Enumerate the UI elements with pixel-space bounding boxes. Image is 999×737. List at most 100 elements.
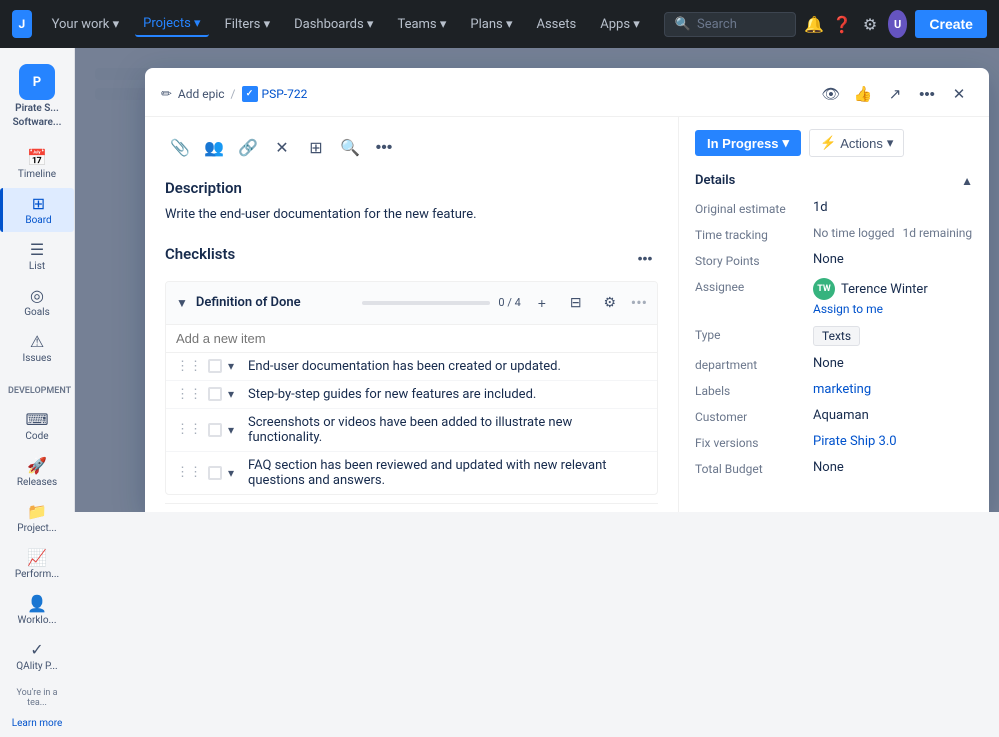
sidebar-item-performance[interactable]: 📈 Perform... bbox=[0, 542, 74, 586]
apps-button[interactable]: ⊞ bbox=[301, 133, 331, 163]
department-value[interactable]: None bbox=[813, 356, 973, 371]
create-button[interactable]: Create bbox=[915, 10, 987, 38]
actions-button[interactable]: ⚡ Actions ▾ bbox=[809, 129, 904, 157]
story-points-value[interactable]: None bbox=[813, 252, 973, 267]
notifications-icon[interactable]: 🔔 bbox=[804, 10, 824, 38]
more-options-button[interactable]: ••• bbox=[913, 80, 941, 108]
drag-handle-icon[interactable]: ⋮⋮ bbox=[176, 422, 202, 437]
nav-projects[interactable]: Projects ▾ bbox=[135, 12, 208, 37]
sidebar-item-timeline[interactable]: 📅 Timeline bbox=[0, 142, 74, 186]
code-icon: ⌨ bbox=[25, 410, 48, 429]
timeline-icon: 📅 bbox=[27, 148, 47, 167]
sidebar-item-list[interactable]: ☰ List bbox=[0, 234, 74, 278]
item-checkbox-2[interactable] bbox=[208, 387, 222, 401]
board-icon: ⊞ bbox=[32, 194, 45, 213]
time-tracking-value: No time logged 1d remaining bbox=[813, 226, 972, 240]
detail-row-fix-versions: Fix versions Pirate Ship 3.0 bbox=[695, 434, 973, 450]
modal-left-panel: 📎 👥 🔗 ✕ ⊞ 🔍 ••• Description Write the en… bbox=[145, 117, 679, 512]
sidebar-item-code[interactable]: ⌨ Code bbox=[0, 404, 74, 448]
add-epic-link[interactable]: Add epic bbox=[178, 87, 225, 101]
nav-your-work[interactable]: Your work ▾ bbox=[44, 13, 128, 36]
main-layout: P Pirate S... Software... 📅 Timeline ⊞ B… bbox=[0, 48, 999, 512]
share-button[interactable]: ↗ bbox=[881, 80, 909, 108]
checklist-more-button[interactable]: ••• bbox=[632, 245, 658, 271]
status-button[interactable]: In Progress ▾ bbox=[695, 130, 801, 156]
assignee-name[interactable]: Terence Winter bbox=[841, 282, 928, 297]
nav-filters[interactable]: Filters ▾ bbox=[217, 13, 279, 36]
sidebar-item-project[interactable]: 📁 Project... bbox=[0, 496, 74, 540]
sidebar-item-board[interactable]: ⊞ Board bbox=[0, 188, 74, 232]
drag-handle-icon[interactable]: ⋮⋮ bbox=[176, 387, 202, 402]
sidebar-item-workload[interactable]: 👤 Worklo... bbox=[0, 588, 74, 632]
help-icon[interactable]: ❓ bbox=[832, 10, 852, 38]
nav-assets[interactable]: Assets bbox=[528, 13, 584, 36]
assignee-avatar: TW bbox=[813, 278, 835, 300]
assign-me-link[interactable]: Assign to me bbox=[813, 302, 928, 316]
modal-toolbar: ✏ Add epic / ✓ PSP-722 👁 👍 ↗ ••• ✕ bbox=[145, 68, 989, 117]
sidebar-item-issues[interactable]: ⚠ Issues bbox=[0, 326, 74, 370]
sidebar-project[interactable]: P Pirate S... Software... bbox=[0, 56, 74, 136]
details-header[interactable]: Details ▲ bbox=[695, 173, 973, 188]
sidebar-item-goals[interactable]: ◎ Goals bbox=[0, 280, 74, 324]
pencil-icon: ✏ bbox=[161, 87, 172, 102]
more-actions-button[interactable]: ••• bbox=[369, 133, 399, 163]
user-avatar[interactable]: U bbox=[888, 10, 908, 38]
nav-dashboards[interactable]: Dashboards ▾ bbox=[286, 13, 381, 36]
drag-handle-icon[interactable]: ⋮⋮ bbox=[176, 465, 202, 480]
watch-button[interactable]: 👁 bbox=[817, 80, 845, 108]
time-label: Time tracking bbox=[695, 226, 805, 242]
sprint-button[interactable]: ✕ bbox=[267, 133, 297, 163]
modal-right-panel: In Progress ▾ ⚡ Actions ▾ Details bbox=[679, 117, 989, 512]
labels-value[interactable]: marketing bbox=[813, 382, 973, 397]
learn-more-link[interactable]: Learn more bbox=[0, 716, 74, 737]
fix-versions-label: Fix versions bbox=[695, 434, 805, 450]
search-button[interactable]: 🔍 bbox=[335, 133, 365, 163]
close-button[interactable]: ✕ bbox=[945, 80, 973, 108]
customer-value[interactable]: Aquaman bbox=[813, 408, 973, 423]
item-checkbox-1[interactable] bbox=[208, 359, 222, 373]
time-remaining: 1d remaining bbox=[902, 226, 972, 240]
type-badge[interactable]: Texts bbox=[813, 326, 860, 346]
actions-lightning-icon: ⚡ bbox=[820, 135, 836, 151]
customer-label: Customer bbox=[695, 408, 805, 424]
nav-apps[interactable]: Apps ▾ bbox=[592, 13, 648, 36]
detail-row-story-points: Story Points None bbox=[695, 252, 973, 268]
nav-plans[interactable]: Plans ▾ bbox=[462, 13, 520, 36]
checklist-group: ▼ Definition of Done 0 / 4 + ⊟ bbox=[165, 281, 658, 495]
app-logo[interactable]: J bbox=[12, 10, 32, 38]
modal-body: 📎 👥 🔗 ✕ ⊞ 🔍 ••• Description Write the en… bbox=[145, 117, 989, 512]
checklist-collapse-icon[interactable]: ▼ bbox=[176, 296, 188, 310]
drag-handle-icon[interactable]: ⋮⋮ bbox=[176, 359, 202, 374]
checklist-grid-button[interactable]: ⊟ bbox=[563, 290, 589, 316]
item-expand-icon-1[interactable]: ▾ bbox=[228, 359, 242, 373]
add-item-input[interactable] bbox=[176, 331, 647, 346]
project-name: Pirate S... bbox=[15, 103, 59, 114]
nav-teams[interactable]: Teams ▾ bbox=[389, 13, 454, 36]
item-expand-icon-3[interactable]: ▾ bbox=[228, 423, 242, 437]
settings-icon[interactable]: ⚙ bbox=[860, 10, 880, 38]
checklist-settings-button[interactable]: ⚙ bbox=[597, 290, 623, 316]
search-bar[interactable]: 🔍 Search bbox=[664, 12, 797, 37]
item-text-1: End-user documentation has been created … bbox=[248, 359, 647, 374]
fix-versions-value[interactable]: Pirate Ship 3.0 bbox=[813, 434, 973, 449]
estimate-label: Original estimate bbox=[695, 200, 805, 216]
checklist-add-button[interactable]: + bbox=[529, 290, 555, 316]
item-checkbox-3[interactable] bbox=[208, 423, 222, 437]
attach-button[interactable]: 📎 bbox=[165, 133, 195, 163]
budget-value[interactable]: None bbox=[813, 460, 973, 475]
search-icon: 🔍 bbox=[675, 17, 691, 32]
sidebar-item-releases[interactable]: 🚀 Releases bbox=[0, 450, 74, 494]
item-checkbox-4[interactable] bbox=[208, 466, 222, 480]
like-button[interactable]: 👍 bbox=[849, 80, 877, 108]
sidebar-item-quality[interactable]: ✓ QAlity P... bbox=[0, 634, 74, 678]
issue-id[interactable]: ✓ PSP-722 bbox=[242, 86, 308, 102]
estimate-value[interactable]: 1d bbox=[813, 200, 973, 215]
link-button[interactable]: 🔗 bbox=[233, 133, 263, 163]
checklist-item: ⋮⋮ ▾ FAQ section has been reviewed and u… bbox=[166, 452, 657, 494]
project-icon: P bbox=[19, 64, 55, 100]
item-expand-icon-2[interactable]: ▾ bbox=[228, 387, 242, 401]
item-expand-icon-4[interactable]: ▾ bbox=[228, 466, 242, 480]
child-issues-button[interactable]: 👥 bbox=[199, 133, 229, 163]
checklist-item-more-icon[interactable]: ••• bbox=[631, 293, 647, 312]
details-title: Details bbox=[695, 173, 735, 188]
